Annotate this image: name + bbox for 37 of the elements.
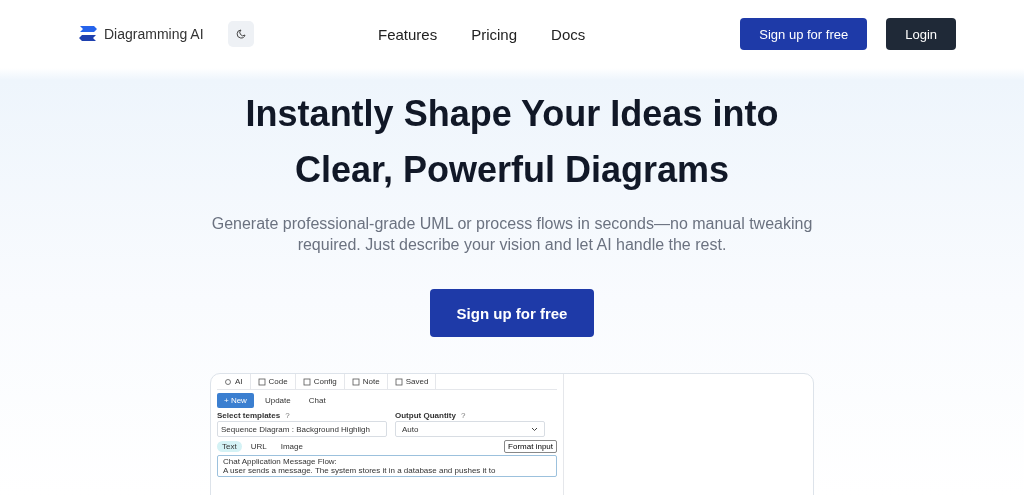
circle-icon — [224, 377, 232, 386]
hero-subtitle: Generate professional-grade UML or process flows in seconds—no manual tweaking required. Just describe your vision and let AI handle the rest. — [211, 214, 813, 255]
cta-button[interactable]: Sign up for free — [429, 289, 595, 337]
prompt-text-area[interactable]: Chat Application Message Flow: A user sends a message. The system stores it in a database and pushes it to — [217, 455, 557, 477]
template-field[interactable]: Sequence Diagram : Background Highligh — [217, 421, 387, 437]
preview-tab[interactable]: Note — [344, 374, 388, 389]
action-button[interactable]: Chat — [301, 393, 333, 408]
logo-icon — [78, 25, 98, 43]
preview-tab[interactable]: Code — [250, 374, 296, 389]
moon-icon — [234, 28, 247, 40]
nav-link[interactable]: Features — [378, 25, 438, 43]
chevron-down-icon — [531, 426, 538, 432]
square-icon — [351, 377, 360, 386]
help-mark: ? — [460, 411, 466, 420]
square-icon — [257, 377, 266, 386]
square-icon — [302, 377, 311, 386]
action-button[interactable]: Update — [257, 393, 298, 408]
input-tab[interactable]: Text — [217, 441, 242, 452]
preview-tab[interactable]: Saved — [387, 374, 437, 389]
login-button[interactable]: Login — [886, 18, 956, 50]
preview-tab[interactable]: AI — [217, 374, 251, 389]
field-label: Select templates — [217, 411, 281, 420]
format-input-button[interactable]: Format input — [504, 440, 557, 453]
preview-tab[interactable]: Config — [295, 374, 345, 389]
action-button[interactable]: + New — [217, 393, 254, 408]
nav-link[interactable]: Docs — [551, 25, 586, 43]
field-label: Output Quantity — [395, 411, 456, 420]
input-tab[interactable]: URL — [245, 441, 272, 452]
brand-name: Diagramming AI — [104, 26, 204, 42]
hero-title: Instantly Shape Your Ideas into Clear, Powerful Diagrams — [245, 92, 779, 192]
signup-button[interactable]: Sign up for free — [740, 18, 868, 50]
input-tab[interactable]: Image — [275, 441, 308, 452]
quantity-dropdown[interactable]: Auto — [395, 421, 545, 437]
help-mark: ? — [285, 411, 290, 420]
square-icon — [394, 377, 403, 386]
nav-link[interactable]: Pricing — [471, 25, 518, 43]
theme-toggle-button[interactable] — [227, 21, 254, 47]
